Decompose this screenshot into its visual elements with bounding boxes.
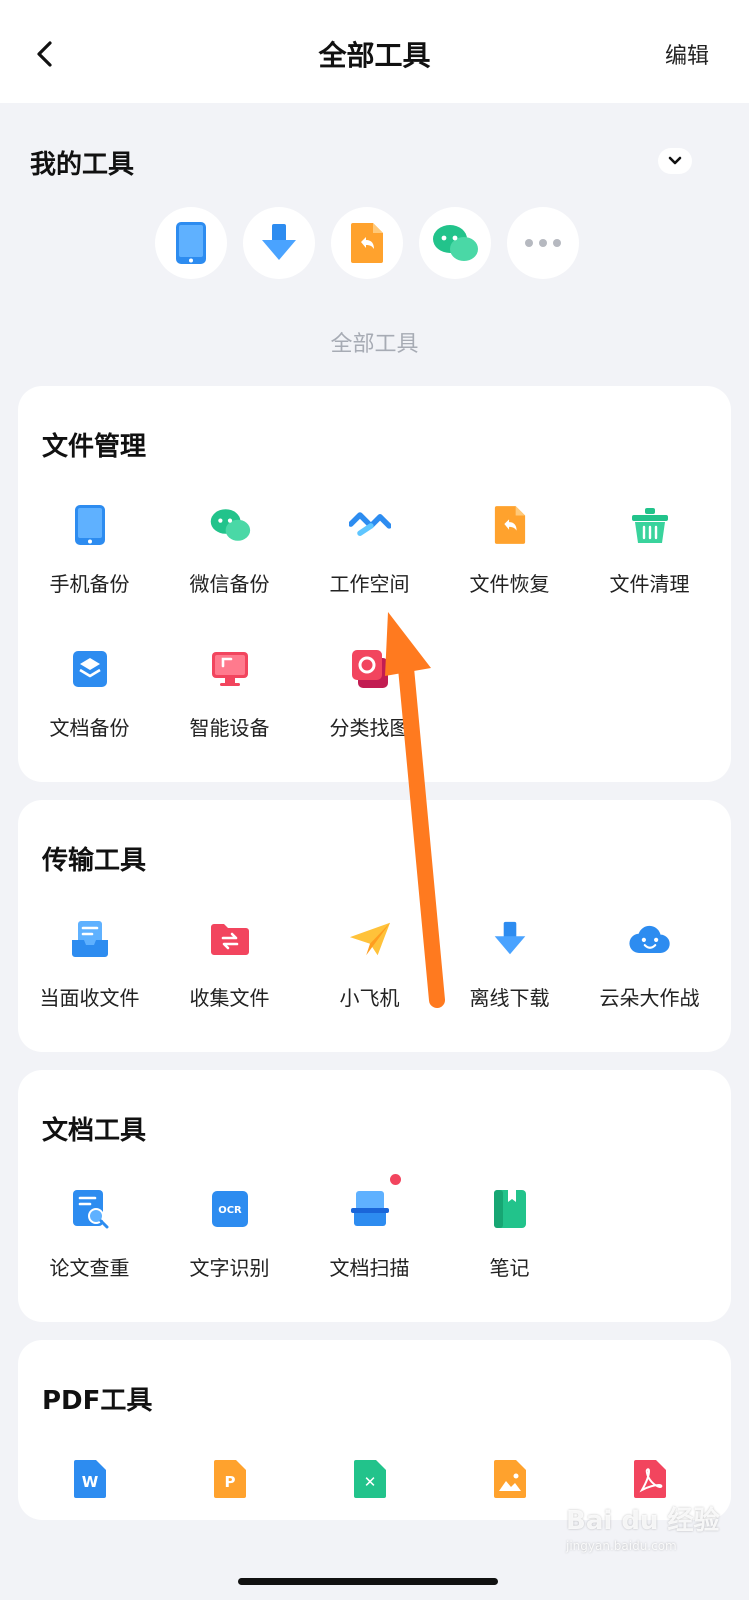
- tool-label: 文字识别: [189, 1256, 270, 1280]
- scanner-icon: [350, 1191, 389, 1226]
- more-icon: [525, 239, 561, 247]
- tool-file-cleanup[interactable]: 文件清理: [578, 504, 721, 597]
- paper-plane-icon: [349, 922, 390, 956]
- tool-pdf-convert[interactable]: [578, 1458, 721, 1500]
- file-restore-icon: [351, 223, 383, 263]
- tool-pdf-to-excel[interactable]: ✕: [298, 1458, 441, 1500]
- inbox-tray-icon: [71, 921, 108, 957]
- quick-tool-download[interactable]: [243, 207, 315, 279]
- watermark-url: jingyan.baidu.com: [566, 1539, 677, 1553]
- svg-text:✕: ✕: [363, 1473, 376, 1491]
- folder-transfer-icon: [210, 924, 249, 955]
- tool-file-restore[interactable]: 文件恢复: [438, 504, 581, 597]
- section-title: 文档工具: [42, 1116, 147, 1146]
- tool-label: 离线下载: [469, 986, 550, 1010]
- doc-backup-icon: [72, 651, 107, 687]
- image-doc-icon: [493, 1460, 526, 1498]
- workspace-icon: [348, 512, 391, 536]
- tool-label: 手机备份: [49, 572, 130, 596]
- edit-button[interactable]: 编辑: [665, 38, 709, 70]
- tool-pdf-to-word[interactable]: W: [18, 1458, 161, 1500]
- tool-workspace[interactable]: 工作空间: [298, 504, 441, 597]
- tool-smart-device[interactable]: 智能设备: [158, 648, 301, 741]
- download-icon: [262, 224, 296, 260]
- quick-tool-phone-backup[interactable]: [155, 207, 227, 279]
- tool-doc-scan[interactable]: 文档扫描: [298, 1174, 441, 1281]
- phone-backup-icon: [74, 505, 105, 545]
- tool-pdf-to-image[interactable]: [438, 1458, 581, 1500]
- tool-label: 文档备份: [49, 716, 130, 740]
- tool-offline-download[interactable]: 离线下载: [438, 918, 581, 1011]
- monitor-icon: [211, 652, 248, 686]
- top-nav-bar: 全部工具 编辑: [0, 0, 749, 103]
- tool-find-images[interactable]: 分类找图: [298, 648, 441, 741]
- ocr-icon: OCR: [211, 1191, 248, 1227]
- section-title: 传输工具: [42, 846, 147, 876]
- tool-label: 分类找图: [329, 716, 410, 740]
- my-tools-title: 我的工具: [30, 150, 135, 180]
- chevron-down-icon: [668, 156, 682, 165]
- tool-label: 智能设备: [189, 716, 270, 740]
- tool-pdf-to-ppt[interactable]: P: [158, 1458, 301, 1500]
- document-tools-card: 文档工具 论文查重 OCR 文字识别 文档扫描 笔记: [18, 1070, 731, 1322]
- word-doc-icon: W: [73, 1460, 106, 1498]
- notebook-icon: [493, 1190, 526, 1228]
- tool-label: 笔记: [489, 1256, 530, 1280]
- transfer-tools-card: 传输工具 当面收文件 收集文件 小飞机 离线下载 云朵大作战: [18, 800, 731, 1052]
- notification-dot: [389, 1174, 401, 1185]
- file-restore-icon: [494, 506, 525, 544]
- tool-label: 云朵大作战: [599, 986, 700, 1010]
- tool-text-recognition[interactable]: OCR 文字识别: [158, 1188, 301, 1281]
- pdf-tools-card: PDF工具 W P ✕: [18, 1340, 731, 1520]
- wechat-icon: [210, 509, 250, 541]
- quick-tool-wechat[interactable]: [419, 207, 491, 279]
- tool-label: 论文查重: [49, 1256, 130, 1280]
- ppt-doc-icon: P: [213, 1460, 246, 1498]
- file-management-card: 文件管理 手机备份 微信备份 工作空间 文件恢复 文件清理 文档备份 智能设备 …: [18, 386, 731, 782]
- baidu-watermark: Bai du 经验 jingyan.baidu.com: [566, 1500, 720, 1553]
- find-images-icon: [351, 650, 388, 688]
- tool-notes[interactable]: 笔记: [438, 1188, 581, 1281]
- cloud-face-icon: [628, 925, 670, 954]
- tool-label: 小飞机: [339, 986, 400, 1010]
- tool-cloud-battle[interactable]: 云朵大作战: [578, 918, 721, 1011]
- section-title: PDF工具: [42, 1386, 153, 1416]
- tool-collect-files[interactable]: 收集文件: [158, 918, 301, 1011]
- tool-doc-backup[interactable]: 文档备份: [18, 648, 161, 741]
- trash-basket-icon: [631, 508, 668, 543]
- tool-label: 文件清理: [609, 572, 690, 596]
- tool-phone-backup[interactable]: 手机备份: [18, 504, 161, 597]
- quick-tool-file-restore[interactable]: [331, 207, 403, 279]
- home-indicator[interactable]: [238, 1578, 498, 1585]
- tool-label: 微信备份: [189, 572, 270, 596]
- tool-label: 文档扫描: [329, 1256, 410, 1280]
- wechat-icon: [433, 225, 478, 261]
- tool-label: 文件恢复: [469, 572, 550, 596]
- quick-tool-more[interactable]: [507, 207, 579, 279]
- tool-label: 当面收文件: [39, 986, 140, 1010]
- download-icon: [494, 921, 525, 955]
- excel-doc-icon: ✕: [353, 1460, 386, 1498]
- tool-label: 工作空间: [329, 572, 410, 596]
- tool-paper-plane[interactable]: 小飞机: [298, 918, 441, 1011]
- watermark-text: Bai du 经验: [566, 1506, 720, 1536]
- tool-plagiarism-check[interactable]: 论文查重: [18, 1188, 161, 1281]
- svg-text:OCR: OCR: [218, 1205, 242, 1216]
- expand-button[interactable]: [658, 148, 692, 174]
- tool-label: 收集文件: [189, 986, 270, 1010]
- pdf-doc-icon: [633, 1460, 666, 1498]
- phone-backup-icon: [176, 222, 206, 264]
- tool-wechat-backup[interactable]: 微信备份: [158, 504, 301, 597]
- section-title: 文件管理: [42, 432, 147, 462]
- page-title: 全部工具: [318, 39, 431, 72]
- tool-face-to-face-receive[interactable]: 当面收文件: [18, 918, 161, 1011]
- svg-text:W: W: [81, 1473, 98, 1491]
- all-tools-label: 全部工具: [330, 332, 419, 357]
- doc-search-icon: [72, 1190, 108, 1229]
- svg-text:P: P: [224, 1473, 235, 1491]
